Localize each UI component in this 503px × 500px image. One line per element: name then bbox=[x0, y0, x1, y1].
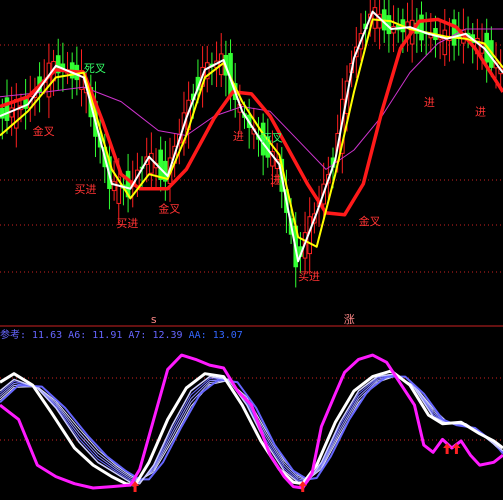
signal-label: 金叉 bbox=[359, 214, 381, 228]
legend-item: A7: 12.39 bbox=[122, 330, 182, 341]
stock-chart: 死叉金叉买进买进金叉进 死叉进买进金叉进进 s涨 参考: 11.63 A6: 11… bbox=[0, 0, 503, 500]
indicator-legend: 参考: 11.63 A6: 11.91 A7: 12.39 AA: 13.07 bbox=[0, 328, 243, 341]
event-marker: s bbox=[151, 313, 157, 326]
candle-body bbox=[419, 14, 424, 41]
candle-body bbox=[372, 7, 378, 29]
signal-label: 进 bbox=[424, 96, 435, 109]
legend-item: 参考: 11.63 bbox=[0, 328, 62, 341]
candle-body bbox=[4, 97, 10, 121]
legend-item: A6: 11.91 bbox=[62, 330, 122, 341]
candle-body bbox=[111, 181, 117, 192]
signal-label: 买进 bbox=[298, 270, 320, 283]
signal-label: 死叉 bbox=[261, 132, 283, 145]
candle-body bbox=[442, 29, 448, 56]
signal-label: 死叉 bbox=[84, 62, 106, 75]
candle-body bbox=[149, 152, 154, 174]
signal-label: 进 bbox=[475, 106, 486, 119]
signal-label: 买进 bbox=[116, 217, 138, 230]
signal-label: 金叉 bbox=[158, 201, 180, 215]
signal-label: 进 bbox=[270, 173, 281, 186]
signal-label: 金叉 bbox=[33, 124, 55, 138]
candle-body bbox=[14, 99, 19, 129]
candle-body bbox=[451, 19, 457, 46]
signal-label: 进 bbox=[233, 130, 244, 143]
legend-item: AA: 13.07 bbox=[183, 330, 243, 341]
candle-body bbox=[158, 149, 163, 180]
signal-label: 买进 bbox=[75, 183, 97, 196]
event-marker: 涨 bbox=[344, 313, 355, 326]
